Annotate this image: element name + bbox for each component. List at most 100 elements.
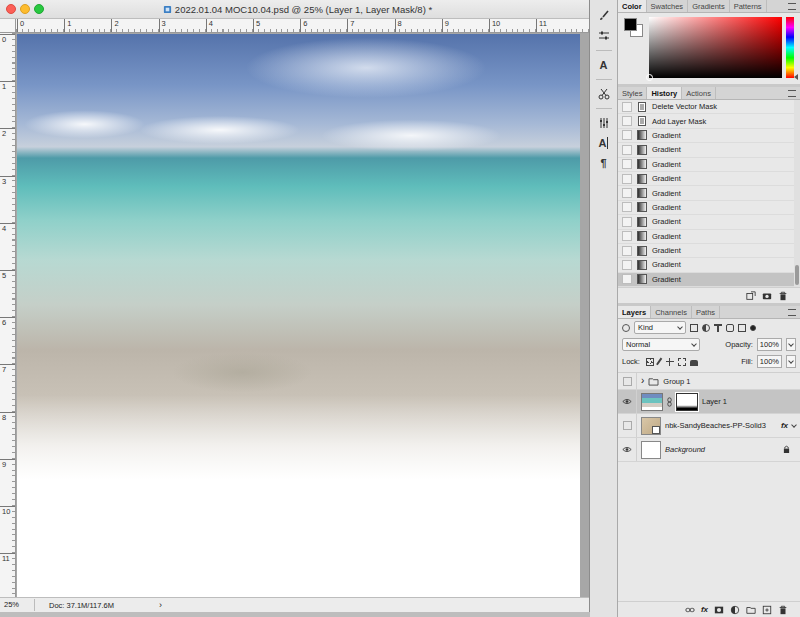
clone-source-icon[interactable]	[598, 88, 610, 100]
tab[interactable]: Channels	[651, 306, 692, 318]
character-styles-button[interactable]: A	[599, 137, 609, 149]
opacity-dropdown[interactable]	[786, 338, 796, 351]
tab[interactable]: Color	[618, 0, 647, 12]
effects-toggle[interactable]	[792, 425, 796, 427]
paragraph-button[interactable]: ¶	[600, 157, 606, 169]
type-filter-icon[interactable]	[714, 324, 722, 332]
add-mask-icon[interactable]	[714, 605, 724, 615]
layer-row[interactable]: Background	[618, 438, 800, 462]
canvas[interactable]	[17, 34, 580, 597]
visibility-toggle[interactable]	[618, 414, 637, 437]
snapshot-source-box[interactable]	[622, 217, 632, 227]
minimize-button[interactable]	[20, 4, 30, 14]
snapshot-source-box[interactable]	[622, 116, 632, 126]
close-button[interactable]	[6, 4, 16, 14]
tab[interactable]: Gradients	[688, 0, 730, 12]
visibility-toggle[interactable]	[618, 373, 637, 389]
filter-toggle-icon[interactable]	[750, 325, 756, 331]
history-item[interactable]: Gradient	[618, 186, 794, 200]
layer-name[interactable]: Group 1	[663, 377, 796, 386]
effects-badge[interactable]: fx	[781, 421, 788, 430]
horizontal-ruler[interactable]: 01234567891011	[16, 19, 589, 33]
snapshot-source-box[interactable]	[622, 130, 632, 140]
add-style-button[interactable]: fx	[701, 605, 708, 614]
trash-icon[interactable]	[778, 291, 788, 301]
snapshot-source-box[interactable]	[622, 102, 632, 112]
layer-mask-thumbnail[interactable]	[676, 393, 698, 411]
lock-pixels-icon[interactable]	[656, 357, 664, 366]
zoom-button[interactable]	[34, 4, 44, 14]
new-document-icon[interactable]	[746, 291, 756, 301]
snapshot-source-box[interactable]	[622, 246, 632, 256]
lock-position-icon[interactable]	[666, 358, 674, 366]
history-item[interactable]: Gradient	[618, 258, 794, 272]
color-field[interactable]	[649, 17, 782, 78]
history-item[interactable]: Gradient	[618, 201, 794, 215]
lock-artboard-icon[interactable]	[678, 358, 686, 366]
visibility-toggle[interactable]	[618, 390, 637, 413]
tab[interactable]: Layers	[618, 306, 651, 318]
brush-icon[interactable]	[598, 10, 610, 22]
scrollbar[interactable]	[794, 100, 800, 287]
filter-dropdown[interactable]: Kind	[634, 321, 686, 334]
adjustment-layer-icon[interactable]	[730, 605, 740, 615]
snapshot-source-box[interactable]	[622, 159, 632, 169]
snapshot-source-box[interactable]	[622, 188, 632, 198]
link-layers-icon[interactable]	[685, 605, 695, 615]
history-item[interactable]: Gradient	[618, 244, 794, 258]
zoom-field[interactable]: 25%	[0, 599, 35, 611]
foreground-swatch[interactable]	[624, 18, 637, 31]
history-item[interactable]: Gradient	[618, 273, 794, 287]
layer-row[interactable]: nbk-SandyBeaches-PP-Solid3 fx	[618, 414, 800, 438]
layer-name[interactable]: nbk-SandyBeaches-PP-Solid3	[665, 421, 777, 430]
lock-transparency-icon[interactable]	[646, 358, 654, 366]
sliders-icon[interactable]	[598, 30, 610, 42]
tab[interactable]: Actions	[682, 87, 716, 99]
expand-toggle[interactable]: ›	[641, 376, 644, 386]
snapshot-source-box[interactable]	[622, 274, 632, 284]
shape-filter-icon[interactable]	[726, 324, 734, 332]
hue-slider[interactable]	[786, 17, 794, 78]
fill-field[interactable]: 100%	[757, 355, 782, 368]
panel-menu-icon[interactable]	[788, 90, 796, 97]
layer-row[interactable]: Layer 1	[618, 390, 800, 414]
panel-menu-icon[interactable]	[788, 309, 796, 316]
adjustments-icon[interactable]	[598, 117, 610, 129]
history-item[interactable]: Add Layer Mask	[618, 114, 794, 128]
layer-name[interactable]: Background	[665, 445, 779, 454]
history-item[interactable]: Gradient	[618, 143, 794, 157]
title-bar[interactable]: 2022.01.04 MOC10.04.psd @ 25% (Layer 1, …	[0, 0, 589, 19]
history-item[interactable]: Gradient	[618, 158, 794, 172]
layer-row[interactable]: › Group 1	[618, 373, 800, 390]
fill-dropdown[interactable]	[786, 355, 796, 368]
snapshot-source-box[interactable]	[622, 174, 632, 184]
tab[interactable]: Styles	[618, 87, 647, 99]
ruler-origin[interactable]	[0, 19, 16, 33]
opacity-field[interactable]: 100%	[757, 338, 782, 351]
snapshot-source-box[interactable]	[622, 231, 632, 241]
new-group-icon[interactable]	[746, 605, 756, 615]
link-icon[interactable]	[667, 397, 672, 407]
adjustment-filter-icon[interactable]	[702, 324, 710, 332]
visibility-toggle[interactable]	[618, 438, 637, 461]
camera-icon[interactable]	[762, 291, 772, 301]
pixel-filter-icon[interactable]	[690, 324, 698, 332]
panel-menu-icon[interactable]	[788, 3, 796, 10]
status-menu-button[interactable]: ›	[159, 600, 162, 610]
trash-icon[interactable]	[778, 605, 788, 615]
lock-all-icon[interactable]	[690, 360, 698, 366]
history-item[interactable]: Delete Vector Mask	[618, 100, 794, 114]
snapshot-source-box[interactable]	[622, 145, 632, 155]
tab[interactable]: Paths	[692, 306, 720, 318]
color-marker[interactable]	[646, 74, 653, 81]
new-layer-icon[interactable]	[762, 605, 772, 615]
vertical-ruler[interactable]: 01234567891011	[0, 33, 16, 597]
tab[interactable]: History	[647, 87, 682, 99]
history-item[interactable]: Gradient	[618, 215, 794, 229]
history-item[interactable]: Gradient	[618, 172, 794, 186]
blend-mode-dropdown[interactable]: Normal	[622, 338, 700, 351]
tab[interactable]: Swatches	[647, 0, 689, 12]
snapshot-source-box[interactable]	[622, 202, 632, 212]
layer-name[interactable]: Layer 1	[702, 397, 796, 406]
smart-filter-icon[interactable]	[738, 324, 746, 332]
